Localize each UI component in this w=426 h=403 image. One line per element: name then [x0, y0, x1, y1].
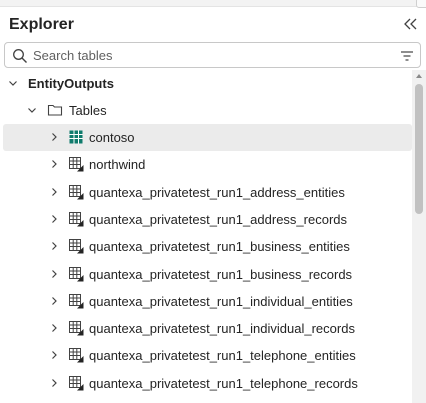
search-input[interactable]: [33, 45, 373, 65]
table-row[interactable]: quantexa_privatetest_run1_business_recor…: [0, 261, 412, 288]
chevron-right-icon[interactable]: [48, 349, 60, 361]
tree-item-tables-folder[interactable]: Tables: [0, 97, 412, 124]
chevron-right-icon[interactable]: [48, 131, 60, 143]
chevron-down-icon[interactable]: [7, 77, 19, 89]
table-row-label: quantexa_privatetest_run1_business_recor…: [89, 266, 353, 282]
table-row-label: quantexa_privatetest_run1_telephone_reco…: [89, 375, 358, 391]
shortcut-table-icon: [69, 348, 84, 363]
scrollbar-thumb[interactable]: [415, 84, 423, 214]
chevron-right-icon[interactable]: [48, 240, 60, 252]
table-row-label: quantexa_privatetest_run1_address_entiti…: [89, 184, 345, 200]
double-chevron-left-icon: [404, 18, 417, 30]
scroll-up-arrow-icon[interactable]: [415, 72, 423, 80]
table-row-label: quantexa_privatetest_run1_business_entit…: [89, 239, 350, 255]
table-row[interactable]: quantexa_privatetest_run1_address_entiti…: [0, 179, 412, 206]
chevron-right-icon[interactable]: [48, 295, 60, 307]
chevron-down-icon[interactable]: [26, 104, 38, 116]
shortcut-table-icon: [69, 184, 84, 200]
shortcut-table-icon: [69, 293, 84, 309]
shortcut-table-icon: [69, 321, 84, 336]
table-row-label: contoso: [89, 130, 135, 145]
table-row-label: quantexa_privatetest_run1_address_record…: [89, 211, 348, 227]
table-row[interactable]: northwind: [0, 151, 412, 178]
table-row[interactable]: quantexa_privatetest_run1_address_record…: [0, 206, 412, 233]
chevron-right-icon[interactable]: [48, 158, 60, 170]
collapse-panel-button[interactable]: [402, 15, 420, 33]
table-row[interactable]: quantexa_privatetest_run1_business_entit…: [0, 233, 412, 260]
shortcut-table-icon: [69, 157, 84, 172]
table-tree: EntityOutputs Tables contoso northwind qua…: [0, 70, 412, 403]
chevron-right-icon[interactable]: [48, 377, 60, 389]
table-row[interactable]: quantexa_privatetest_run1_individual_rec…: [0, 315, 412, 342]
search-box[interactable]: [4, 42, 421, 68]
table-row[interactable]: quantexa_privatetest_run1_telephone_enti…: [0, 342, 412, 369]
shortcut-table-icon: [69, 375, 84, 391]
table-row-label: quantexa_privatetest_run1_telephone_enti…: [89, 348, 356, 364]
explorer-header: Explorer: [0, 6, 426, 42]
folder-label: Tables: [69, 103, 107, 118]
explorer-panel: Explorer EntityOutputs: [0, 0, 426, 403]
table-row[interactable]: quantexa_privatetest_run1_telephone_reco…: [0, 370, 412, 397]
shortcut-table-icon: [69, 211, 84, 227]
database-label: EntityOutputs: [28, 76, 114, 91]
table-icon: [69, 130, 83, 144]
filter-icon[interactable]: [400, 49, 414, 63]
search-icon: [13, 49, 27, 63]
folder-icon: [47, 104, 63, 116]
explorer-title: Explorer: [9, 16, 74, 33]
table-row-label: northwind: [89, 157, 146, 173]
chevron-right-icon[interactable]: [48, 213, 60, 225]
table-row[interactable]: quantexa_privatetest_run1_individual_ent…: [0, 288, 412, 315]
shortcut-table-icon: [69, 266, 84, 281]
tree-item-database[interactable]: EntityOutputs: [0, 70, 412, 97]
table-row[interactable]: contoso: [3, 124, 412, 151]
table-row-label: quantexa_privatetest_run1_individual_rec…: [89, 321, 355, 337]
chevron-right-icon[interactable]: [48, 186, 60, 198]
table-row-label: quantexa_privatetest_run1_individual_ent…: [89, 293, 353, 309]
chevron-right-icon[interactable]: [48, 268, 60, 280]
chevron-right-icon[interactable]: [48, 322, 60, 334]
shortcut-table-icon: [69, 239, 84, 254]
vertical-scrollbar[interactable]: [412, 70, 426, 403]
